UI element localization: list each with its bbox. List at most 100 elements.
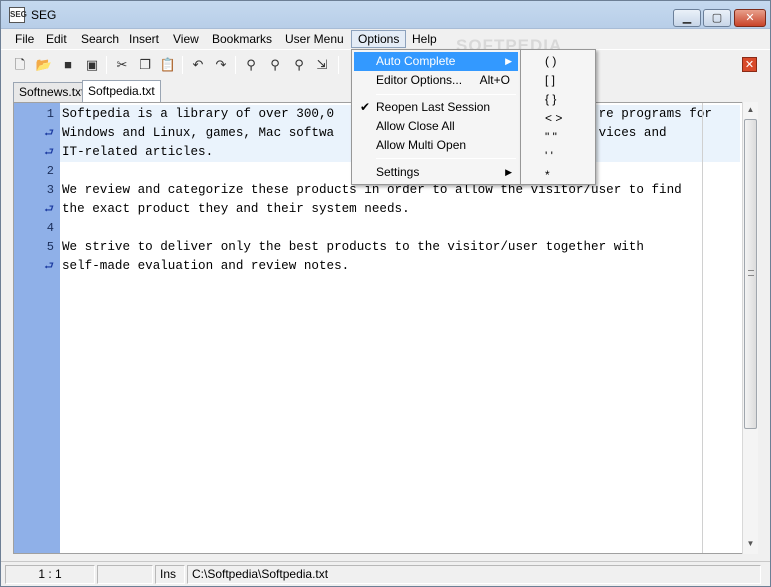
- app-window: SEG SEG ▁ ▢ ✕ File Edit Search Insert Vi…: [0, 0, 771, 587]
- gutter-line: ⮐: [14, 124, 60, 143]
- goto-icon: ⇲: [316, 57, 328, 72]
- tab-softpedia[interactable]: Softpedia.txt: [82, 80, 161, 102]
- grip-icon: [748, 270, 754, 276]
- menu-search[interactable]: Search: [75, 30, 125, 48]
- autocomplete-single-quotes[interactable]: ' ': [523, 147, 595, 166]
- gutter-line: ⮐: [14, 200, 60, 219]
- autocomplete-submenu: ( ) [ ] { } < > " " ' ' *: [520, 49, 596, 185]
- undo-icon: ↶: [192, 57, 204, 72]
- binoculars-icon: ⚲: [246, 57, 256, 72]
- window-title: SEG: [31, 8, 57, 22]
- maximize-button[interactable]: ▢: [703, 9, 731, 27]
- menu-item-allow-close-all[interactable]: Allow Close All: [354, 117, 518, 136]
- new-file-icon: 🗋: [14, 57, 26, 72]
- close-tab-button[interactable]: ✕: [742, 57, 757, 72]
- submenu-arrow-icon: ▶: [505, 167, 512, 177]
- menu-file[interactable]: File: [9, 30, 40, 48]
- minimize-button[interactable]: ▁: [673, 9, 701, 27]
- gutter-line: 2: [46, 164, 54, 178]
- autocomplete-double-quotes[interactable]: " ": [523, 128, 595, 147]
- menu-separator: [376, 158, 516, 159]
- replace-button[interactable]: ⚲: [289, 55, 309, 75]
- autocomplete-angle-brackets[interactable]: < >: [523, 109, 595, 128]
- status-empty-cell: [97, 565, 153, 584]
- submenu-arrow-icon: ▶: [505, 56, 512, 66]
- menu-item-settings[interactable]: Settings ▶: [354, 163, 518, 182]
- save-icon: ■: [64, 57, 72, 72]
- find-next-icon: ⚲: [270, 57, 280, 72]
- gutter-line: 1: [46, 107, 54, 121]
- menu-bar: File Edit Search Insert View Bookmarks U…: [1, 29, 770, 49]
- autocomplete-brackets[interactable]: [ ]: [523, 71, 595, 90]
- find-next-button[interactable]: ⚲: [265, 55, 285, 75]
- find-button[interactable]: ⚲: [241, 55, 261, 75]
- autocomplete-parentheses[interactable]: ( ): [523, 52, 595, 71]
- close-button[interactable]: ✕: [734, 9, 766, 27]
- word-wrap-icon: ⮐: [44, 261, 54, 273]
- cut-button[interactable]: ✂: [112, 55, 132, 75]
- open-file-button[interactable]: 📂: [34, 55, 54, 75]
- folder-open-icon: 📂: [35, 57, 53, 72]
- save-all-icon: ▣: [85, 57, 99, 72]
- editor-line[interactable]: the exact product they and their system …: [62, 200, 410, 219]
- gutter-line: 5: [46, 240, 54, 254]
- save-button[interactable]: ■: [58, 55, 78, 75]
- scroll-down-button[interactable]: ▼: [743, 536, 758, 552]
- title-bar[interactable]: SEG SEG ▁ ▢ ✕: [1, 1, 770, 29]
- arrow-up-icon: ▲: [746, 105, 755, 114]
- menu-help[interactable]: Help: [406, 30, 443, 48]
- toolbar-separator: [338, 56, 339, 74]
- toolbar-separator: [182, 56, 183, 74]
- gutter-line: 3: [46, 183, 54, 197]
- paste-button[interactable]: 📋: [158, 55, 178, 75]
- menu-edit[interactable]: Edit: [40, 30, 73, 48]
- arrow-down-icon: ▼: [746, 539, 755, 548]
- close-icon: ✕: [745, 12, 755, 24]
- close-icon: ✕: [744, 59, 755, 71]
- copy-button[interactable]: ❐: [135, 55, 155, 75]
- menu-item-editor-options[interactable]: Editor Options... Alt+O: [354, 71, 518, 90]
- gutter-line: ⮐: [14, 257, 60, 276]
- toolbar-separator: [106, 56, 107, 74]
- replace-icon: ⚲: [294, 57, 304, 72]
- menu-bookmarks[interactable]: Bookmarks: [206, 30, 278, 48]
- status-bar: 1 : 1 Ins C:\Softpedia\Softpedia.txt: [1, 561, 770, 586]
- vertical-scrollbar[interactable]: ▲ ▼: [742, 102, 758, 554]
- menu-insert[interactable]: Insert: [123, 30, 165, 48]
- redo-icon: ↷: [215, 57, 227, 72]
- options-menu: Auto Complete ▶ Editor Options... Alt+O …: [351, 49, 521, 185]
- minimize-icon: ▁: [682, 12, 692, 24]
- toolbar-separator: [235, 56, 236, 74]
- scroll-up-button[interactable]: ▲: [743, 102, 758, 118]
- menu-user-menu[interactable]: User Menu: [279, 30, 350, 48]
- new-file-button[interactable]: 🗋: [10, 55, 30, 75]
- editor-line[interactable]: IT-related articles.: [62, 143, 213, 162]
- menu-options[interactable]: Options: [351, 30, 407, 48]
- insert-mode: Ins: [155, 565, 185, 584]
- word-wrap-icon: ⮐: [44, 128, 54, 140]
- paste-icon: 📋: [159, 57, 177, 72]
- autocomplete-braces[interactable]: { }: [523, 90, 595, 109]
- gutter-line: ⮐: [14, 143, 60, 162]
- right-margin-line: [702, 103, 703, 553]
- app-icon: SEG: [9, 7, 27, 23]
- menu-item-allow-multi-open[interactable]: Allow Multi Open: [354, 136, 518, 155]
- tab-softnews[interactable]: Softnews.txt: [13, 82, 91, 102]
- checkmark-icon: ✔: [360, 100, 371, 114]
- autocomplete-asterisk[interactable]: *: [523, 166, 595, 185]
- save-all-button[interactable]: ▣: [82, 55, 102, 75]
- scissors-icon: ✂: [116, 57, 128, 72]
- menu-item-reopen-last-session[interactable]: ✔ Reopen Last Session: [354, 98, 518, 117]
- goto-button[interactable]: ⇲: [312, 55, 332, 75]
- undo-button[interactable]: ↶: [188, 55, 208, 75]
- menu-view[interactable]: View: [167, 30, 205, 48]
- menu-item-auto-complete[interactable]: Auto Complete ▶: [354, 52, 518, 71]
- scroll-thumb[interactable]: [744, 119, 757, 429]
- redo-button[interactable]: ↷: [211, 55, 231, 75]
- cursor-position: 1 : 1: [5, 565, 95, 584]
- menu-separator: [376, 94, 516, 95]
- editor-line[interactable]: We strive to deliver only the best produ…: [62, 238, 644, 257]
- editor-line[interactable]: self-made evaluation and review notes.: [62, 257, 349, 276]
- maximize-icon: ▢: [711, 12, 723, 24]
- word-wrap-icon: ⮐: [44, 204, 54, 216]
